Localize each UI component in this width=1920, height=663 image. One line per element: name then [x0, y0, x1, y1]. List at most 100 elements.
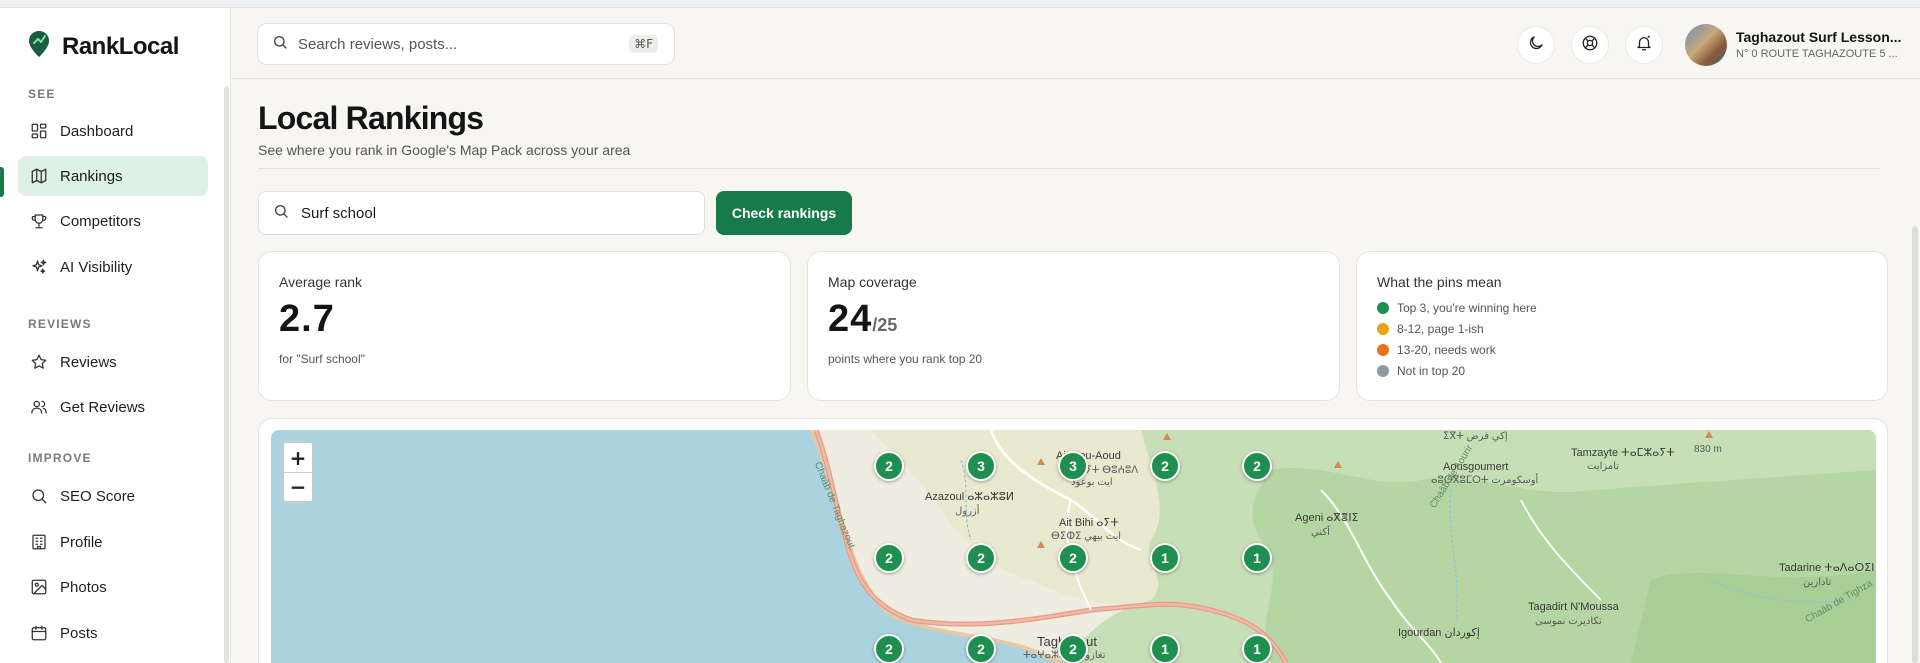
rank-pin[interactable]: 3 [966, 451, 996, 481]
place-label: Tamzayte ⵜⴰⵎⵣⴰⵢⵜ [1571, 447, 1675, 459]
divider [258, 168, 1880, 169]
sidebar-item-label: Profile [60, 533, 103, 551]
check-rankings-button[interactable]: Check rankings [716, 191, 852, 235]
sidebar-item-label: Competitors [60, 212, 141, 230]
brand-name: RankLocal [62, 32, 179, 60]
building-icon [30, 533, 48, 551]
map-coverage-value: 24/25 [828, 298, 897, 341]
average-rank-card: Average rank 2.7 for "Surf school" [258, 251, 791, 401]
sidebar-item-rankings[interactable]: Rankings [18, 156, 208, 196]
rank-pin[interactable]: 2 [1058, 634, 1088, 663]
sidebar-scrollbar[interactable] [224, 86, 229, 663]
map-coverage-card: Map coverage 24/25 points where you rank… [807, 251, 1340, 401]
notifications-button[interactable] [1625, 26, 1663, 64]
keyword-input[interactable] [301, 204, 681, 222]
sidebar-item-label: Reviews [60, 353, 117, 371]
place-label: Tadarine ⵜⴰⴷⴰⵔⵉⵏ [1779, 562, 1875, 574]
star-icon [30, 353, 48, 371]
sidebar-item-get-reviews[interactable]: Get Reviews [18, 387, 208, 427]
rank-pin[interactable]: 2 [1150, 451, 1180, 481]
search-input[interactable] [298, 35, 618, 53]
sidebar-item-label: Photos [60, 578, 107, 596]
rank-pin[interactable]: 2 [874, 451, 904, 481]
rank-pin[interactable]: 1 [1150, 634, 1180, 663]
active-indicator [0, 167, 4, 197]
sidebar-item-profile[interactable]: Profile [18, 522, 208, 562]
zoom-out-button[interactable]: − [284, 472, 312, 501]
rank-pin[interactable]: 1 [1150, 543, 1180, 573]
legend-item-needs-work: 13-20, needs work [1377, 343, 1496, 357]
rank-pin[interactable]: 2 [966, 543, 996, 573]
place-label: ⴱⵉⵀⵉ ايت بيهي [1051, 531, 1122, 542]
zoom-in-button[interactable]: + [284, 443, 312, 472]
rank-pin[interactable]: 2 [966, 634, 996, 663]
business-avatar[interactable] [1685, 24, 1727, 66]
rank-pin[interactable]: 2 [1058, 543, 1088, 573]
search-icon [273, 203, 289, 224]
place-label: أكني [1311, 527, 1330, 538]
legend-item-page1: 8-12, page 1-ish [1377, 322, 1484, 336]
rank-pin[interactable]: 2 [874, 543, 904, 573]
orange-dot-icon [1377, 344, 1389, 356]
sparkles-icon [30, 258, 48, 276]
sidebar-item-posts[interactable]: Posts [18, 613, 208, 653]
average-rank-value: 2.7 [279, 298, 335, 340]
coverage-total: /25 [872, 315, 898, 335]
sidebar-item-seo-score[interactable]: SEO Score [18, 476, 208, 516]
sidebar-item-dashboard[interactable]: Dashboard [18, 111, 208, 151]
sidebar-item-competitors[interactable]: Competitors [18, 201, 208, 241]
business-name[interactable]: Taghazout Surf Lesson... [1736, 29, 1901, 45]
place-label: Ageni ⴰⴳⴻⵏⵉ [1295, 512, 1359, 524]
rank-map[interactable]: Ait Bou-Aoud Azazoul ⴰⵣⴰⵣⵓⵍ أزرول ⴰⵢⵜ ⴱⵓ… [271, 430, 1876, 663]
search-icon [272, 34, 288, 55]
place-label: Azazoul ⴰⵣⴰⵣⵓⵍ [925, 491, 1014, 503]
place-label: تكاديرت نموسى [1535, 616, 1602, 627]
moon-icon [1527, 34, 1545, 57]
map-icon [30, 167, 48, 185]
image-icon [30, 578, 48, 596]
page-subtitle: See where you rank in Google's Map Pack … [258, 142, 631, 158]
rank-pin[interactable]: 1 [1242, 543, 1272, 573]
place-label: أزرول [955, 506, 980, 517]
business-address: N° 0 ROUTE TAGHAZOUTE 5 ... [1736, 48, 1898, 60]
map-zoom-control: + − [282, 441, 314, 503]
brand[interactable]: RankLocal [28, 30, 179, 63]
main-scrollbar[interactable] [1912, 226, 1918, 663]
lifebuoy-icon [1581, 34, 1599, 57]
trophy-icon [30, 212, 48, 230]
elevation-label: 830 m [1694, 444, 1722, 455]
place-label: تادارين [1803, 577, 1832, 588]
global-search[interactable]: ⌘F [257, 23, 675, 65]
pin-legend-card: What the pins mean Top 3, you're winning… [1356, 251, 1888, 401]
help-button[interactable] [1571, 26, 1609, 64]
legend-title: What the pins mean [1377, 274, 1502, 290]
green-dot-icon [1377, 302, 1389, 314]
sidebar-item-label: Rankings [60, 167, 123, 185]
legend-item-top3: Top 3, you're winning here [1377, 301, 1537, 315]
place-label: ⵉⴳⵜ إكي فرض [1443, 431, 1508, 442]
sidebar-item-label: Get Reviews [60, 398, 146, 416]
sidebar-item-label: AI Visibility [60, 258, 133, 276]
rank-pin[interactable]: 2 [1242, 451, 1272, 481]
sidebar-item-reviews[interactable]: Reviews [18, 342, 208, 382]
sidebar-item-label: Posts [60, 624, 98, 642]
rank-pin[interactable]: 3 [1058, 451, 1088, 481]
rank-pin[interactable]: 2 [874, 634, 904, 663]
sidebar-item-ai-visibility[interactable]: AI Visibility [18, 247, 208, 287]
gray-dot-icon [1377, 365, 1389, 377]
sidebar-item-photos[interactable]: Photos [18, 567, 208, 607]
bell-icon [1635, 34, 1653, 57]
sidebar-item-label: Dashboard [60, 122, 134, 140]
users-icon [30, 398, 48, 416]
search-icon [30, 487, 48, 505]
theme-toggle-button[interactable] [1517, 26, 1555, 64]
yellow-dot-icon [1377, 323, 1389, 335]
average-rank-label: Average rank [279, 274, 363, 290]
place-label: Tagadirt N'Moussa [1528, 601, 1619, 613]
keyword-field[interactable] [258, 191, 705, 235]
location-pin-logo-icon [28, 30, 50, 63]
page-title: Local Rankings [258, 100, 484, 136]
coverage-count: 24 [828, 298, 873, 340]
map-coverage-note: points where you rank top 20 [828, 352, 983, 366]
rank-pin[interactable]: 1 [1242, 634, 1272, 663]
